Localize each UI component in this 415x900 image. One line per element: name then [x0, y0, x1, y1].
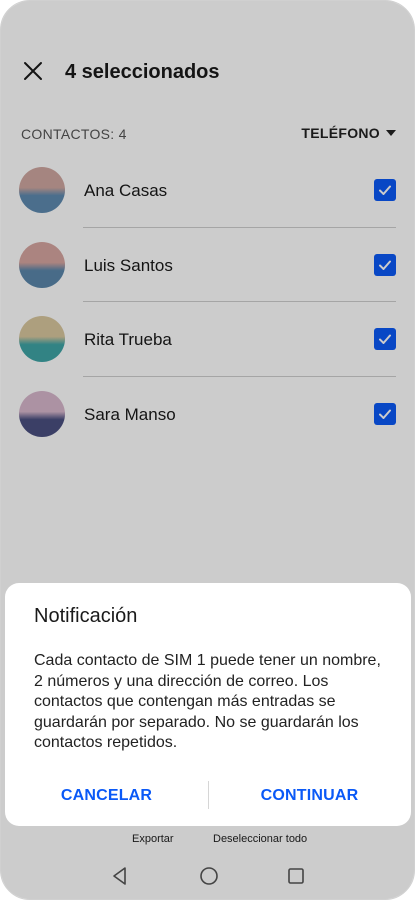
- dialog-actions: CANCELAR CONTINUAR: [5, 766, 411, 826]
- continue-button[interactable]: CONTINUAR: [208, 766, 411, 826]
- phone-screen: 100 % 10:00 4 seleccionados CONTACTOS: 4…: [0, 0, 415, 900]
- cancel-button[interactable]: CANCELAR: [5, 766, 208, 826]
- dialog-message: Cada contacto de SIM 1 puede tener un no…: [34, 652, 381, 751]
- dialog-title: Notificación: [34, 605, 138, 627]
- notification-dialog: Notificación Cada contacto de SIM 1 pued…: [5, 583, 411, 826]
